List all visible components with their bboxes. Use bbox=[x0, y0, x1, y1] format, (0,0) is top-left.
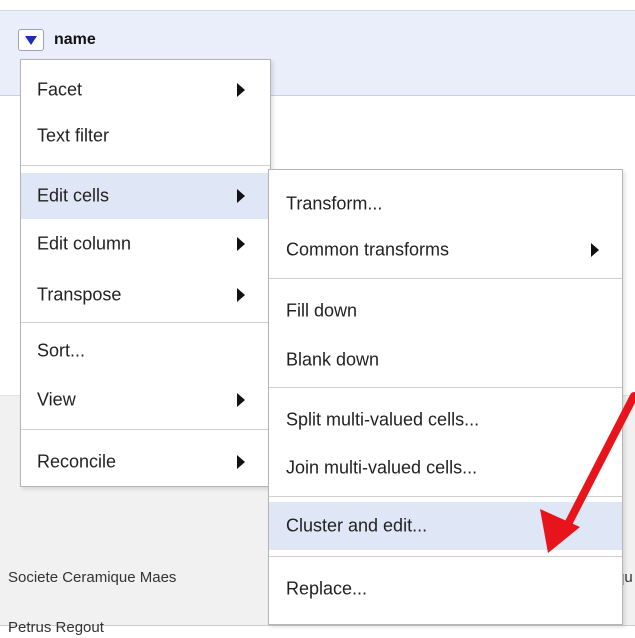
menu-item-text-filter[interactable]: Text filter bbox=[21, 114, 270, 157]
triangle-right-icon bbox=[591, 242, 599, 257]
menu-item-label: Reconcile bbox=[37, 451, 117, 471]
triangle-right-icon bbox=[237, 454, 245, 469]
menu-separator bbox=[21, 165, 270, 166]
menu-item-facet[interactable]: Facet bbox=[21, 68, 270, 111]
menu-item-transpose[interactable]: Transpose bbox=[21, 273, 270, 316]
menu-item-join-multi-valued-cells[interactable]: Join multi-valued cells... bbox=[269, 446, 622, 489]
column-header-name: name bbox=[54, 31, 96, 48]
menu-separator bbox=[269, 556, 622, 557]
menu-item-transform[interactable]: Transform... bbox=[269, 182, 622, 225]
triangle-right-icon bbox=[237, 82, 245, 97]
menu-item-fill-down[interactable]: Fill down bbox=[269, 289, 622, 332]
menu-item-label: Edit column bbox=[37, 233, 132, 253]
column-menu: Facet Text filter Edit cells Edit column… bbox=[20, 59, 271, 487]
menu-item-label: Sort... bbox=[37, 340, 86, 360]
menu-item-split-multi-valued-cells[interactable]: Split multi-valued cells... bbox=[269, 398, 622, 441]
triangle-down-icon bbox=[25, 36, 37, 45]
menu-item-label: Common transforms bbox=[286, 239, 450, 259]
menu-item-label: Transform... bbox=[286, 193, 383, 213]
menu-separator bbox=[269, 387, 622, 388]
menu-item-blank-down[interactable]: Blank down bbox=[269, 338, 622, 381]
menu-item-edit-column[interactable]: Edit column bbox=[21, 222, 270, 265]
menu-item-replace[interactable]: Replace... bbox=[269, 567, 622, 610]
menu-item-common-transforms[interactable]: Common transforms bbox=[269, 228, 622, 271]
menu-item-label: Fill down bbox=[286, 300, 358, 320]
table-cell: Petrus Regout bbox=[8, 619, 104, 636]
menu-item-label: Join multi-valued cells... bbox=[286, 457, 478, 477]
menu-item-label: Edit cells bbox=[37, 185, 110, 206]
menu-item-label: Transpose bbox=[37, 284, 122, 304]
menu-item-label: Cluster and edit... bbox=[286, 515, 428, 536]
menu-item-cluster-and-edit[interactable]: Cluster and edit... bbox=[269, 502, 622, 550]
triangle-right-icon bbox=[237, 392, 245, 407]
menu-item-label: View bbox=[37, 389, 76, 409]
edit-cells-submenu: Transform... Common transforms Fill down… bbox=[268, 169, 623, 625]
column-dropdown-button[interactable] bbox=[18, 29, 44, 51]
menu-item-edit-cells[interactable]: Edit cells bbox=[21, 173, 270, 219]
menu-item-label: Text filter bbox=[37, 125, 110, 145]
menu-separator bbox=[269, 278, 622, 279]
menu-item-sort[interactable]: Sort... bbox=[21, 329, 270, 372]
triangle-right-icon bbox=[237, 287, 245, 302]
menu-item-view[interactable]: View bbox=[21, 378, 270, 421]
table-cell: Societe Ceramique Maes bbox=[8, 569, 177, 586]
triangle-right-icon bbox=[237, 236, 245, 251]
menu-separator bbox=[269, 496, 622, 497]
menu-item-label: Blank down bbox=[286, 349, 380, 369]
triangle-right-icon bbox=[237, 189, 245, 203]
menu-separator bbox=[21, 322, 270, 323]
menu-item-reconcile[interactable]: Reconcile bbox=[21, 440, 270, 483]
menu-item-label: Split multi-valued cells... bbox=[286, 409, 480, 429]
menu-item-label: Facet bbox=[37, 79, 83, 99]
menu-item-label: Replace... bbox=[286, 578, 368, 598]
menu-separator bbox=[21, 429, 270, 430]
